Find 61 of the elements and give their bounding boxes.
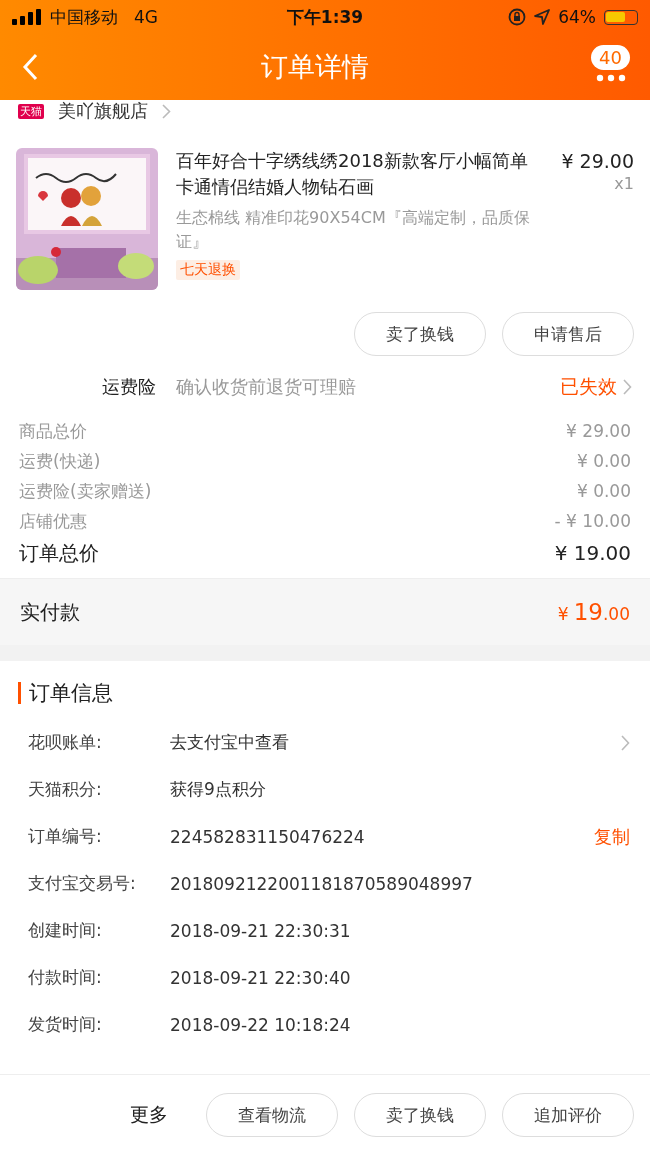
action-button[interactable]: 卖了换钱 xyxy=(354,312,486,356)
price-value: - ¥ 10.00 xyxy=(554,511,631,531)
info-label: 发货时间: xyxy=(28,1013,103,1036)
battery-percent: 64% xyxy=(558,7,596,27)
product-title[interactable]: 百年好合十字绣线绣2018新款客厅小幅简单卡通情侣结婚人物钻石画 xyxy=(176,148,544,200)
info-value: 获得9点积分 xyxy=(170,778,267,801)
info-label: 创建时间: xyxy=(28,919,103,942)
action-button[interactable]: 卖了换钱 xyxy=(354,1093,486,1137)
section-title: 订单信息 xyxy=(29,680,113,707)
paid-amount: ¥ 19.00 xyxy=(557,599,630,625)
info-label: 付款时间: xyxy=(28,966,103,989)
store-name: 美吖旗舰店 xyxy=(58,100,148,122)
product-quantity: x1 xyxy=(614,174,634,193)
network-type: 4G xyxy=(134,7,158,27)
insurance-status: 已失效 xyxy=(560,374,617,399)
notification-badge: 40 xyxy=(591,44,630,70)
info-value: 2018-09-21 22:30:31 xyxy=(170,920,352,941)
info-label: 支付宝交易号: xyxy=(28,872,137,895)
price-value: ¥ 29.00 xyxy=(566,421,631,441)
tmall-tag: 天猫 xyxy=(18,103,44,119)
chevron-right-icon xyxy=(623,379,632,395)
info-value: 2018092122001181870589048997 xyxy=(170,873,474,894)
info-value: 2018-09-21 22:30:40 xyxy=(170,967,352,988)
insurance-description: 确认收货前退货可理赔 xyxy=(176,375,357,399)
price-value: ¥ 0.00 xyxy=(576,451,631,471)
rotation-lock-icon xyxy=(508,8,527,26)
store-row[interactable]: 天猫 美吖旗舰店 xyxy=(0,100,650,122)
product-spec: 生态棉线 精准印花90X54CM『高端定制，品质保证』 xyxy=(176,207,531,253)
price-label: 运费险(卖家赠送) xyxy=(19,479,152,503)
more-label[interactable]: 更多 xyxy=(130,1102,168,1128)
chevron-right-icon xyxy=(162,103,171,119)
chevron-right-icon xyxy=(621,734,630,751)
info-label: 花呗账单: xyxy=(28,731,103,754)
price-label: 运费(快递) xyxy=(19,449,101,473)
action-button[interactable]: 查看物流 xyxy=(206,1093,338,1137)
info-value: 224582831150476224 xyxy=(170,826,366,847)
clock-time: 下午1:39 xyxy=(286,5,364,29)
location-arrow-icon xyxy=(534,9,551,25)
action-button[interactable]: 申请售后 xyxy=(502,312,634,356)
price-label: 店铺优惠 xyxy=(19,509,87,533)
info-label: 天猫积分: xyxy=(28,778,103,801)
price-value: ¥ 0.00 xyxy=(576,481,631,501)
paid-label: 实付款 xyxy=(20,598,80,626)
carrier-name: 中国移动 xyxy=(50,5,118,29)
return-policy-tag: 七天退换 xyxy=(176,260,240,280)
back-icon[interactable] xyxy=(22,53,38,81)
battery-icon xyxy=(604,9,638,25)
page-title: 订单详情 xyxy=(260,50,369,84)
price-label: 商品总价 xyxy=(19,419,87,443)
info-label: 订单编号: xyxy=(28,825,103,848)
total-label: 订单总价 xyxy=(19,539,99,567)
more-icon[interactable] xyxy=(595,73,626,82)
info-value[interactable]: 去支付宝中查看 xyxy=(170,731,621,754)
shipping-insurance-row[interactable]: 运费险 确认收货前退货可理赔 已失效 xyxy=(0,356,650,402)
section-accent-bar xyxy=(18,682,21,704)
info-value: 2018-09-22 10:18:24 xyxy=(170,1014,352,1035)
insurance-label: 运费险 xyxy=(101,375,156,399)
action-button[interactable]: 追加评价 xyxy=(502,1093,634,1137)
total-value: ¥ 19.00 xyxy=(554,541,631,565)
signal-icon xyxy=(12,9,42,25)
product-price: ¥ 29.00 xyxy=(561,149,634,174)
